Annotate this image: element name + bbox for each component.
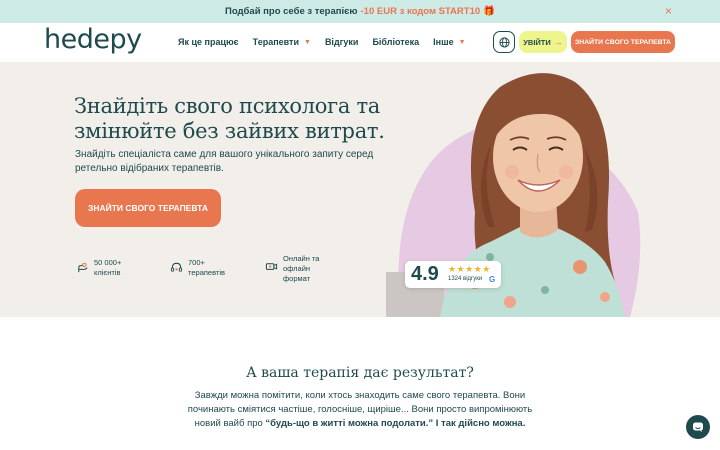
chevron-down-icon: ▼ xyxy=(304,38,311,46)
stat-clients-text: 50 000+ клієнтів xyxy=(94,258,122,277)
chevron-down-icon: ▼ xyxy=(458,38,466,46)
find-therapist-hero-button[interactable]: ЗНАЙТИ СВОГО ТЕРАПЕВТА xyxy=(75,189,221,227)
site-header: hedepy Як це працює Терапевти ▼ Відгуки Б… xyxy=(0,23,720,62)
stat-format: Онлайн та офлайн формат xyxy=(265,254,333,284)
results-text-bold: “будь-що в житті можна подолати.” І так … xyxy=(265,418,526,429)
arrow-right-icon: → xyxy=(553,37,563,47)
globe-icon xyxy=(498,36,510,48)
gift-icon: 🎁 xyxy=(483,6,495,17)
hand-heart-icon xyxy=(78,262,88,273)
stat-format-text: Онлайн та офлайн формат xyxy=(283,254,320,283)
stat-clients: 50 000+ клієнтів xyxy=(76,258,144,278)
login-button[interactable]: УВІЙТИ → xyxy=(519,31,567,53)
hero-title: Знайдіть свого психолога та змінюйте без… xyxy=(74,94,385,143)
results-text: Завжди можна помітити, коли хтось знаход… xyxy=(180,389,540,431)
nav-item-how-it-works[interactable]: Як це працює xyxy=(178,37,239,47)
rating-review-count: 1324 відгуки xyxy=(448,276,483,282)
video-chat-icon xyxy=(265,263,278,270)
hero-subtitle: Знайдіть спеціаліста саме для вашого уні… xyxy=(75,149,374,174)
logo[interactable]: hedepy xyxy=(44,24,142,55)
rating-badge: 4.9 ★★★★★ 1324 відгуки G xyxy=(405,261,501,288)
promo-text: Подбай про себе з терапією xyxy=(225,6,358,17)
google-icon: G xyxy=(489,275,496,284)
language-button[interactable] xyxy=(493,31,515,53)
promo-bar: Подбай про себе з терапією -10 EUR з код… xyxy=(0,0,720,23)
main-nav: Як це працює Терапевти ▼ Відгуки Бібліоте… xyxy=(178,37,480,47)
headset-icon xyxy=(170,262,183,272)
nav-item-therapists[interactable]: Терапевти ▼ xyxy=(253,37,311,47)
chat-button[interactable] xyxy=(686,415,710,439)
rating-score: 4.9 xyxy=(411,263,439,285)
hero-section: Знайдіть свого психолога та змінюйте без… xyxy=(0,62,720,317)
nav-item-reviews[interactable]: Відгуки xyxy=(325,37,359,47)
stat-therapists-text: 700+ терапевтів xyxy=(188,258,226,277)
promo-code-text[interactable]: -10 EUR з кодом START10 xyxy=(361,6,481,17)
chat-icon xyxy=(693,422,703,432)
nav-item-other[interactable]: Інше ▼ xyxy=(433,37,465,47)
find-therapist-header-button[interactable]: ЗНАЙТИ СВОГО ТЕРАПЕВТА xyxy=(571,31,675,53)
nav-item-library[interactable]: Бібліотека xyxy=(372,37,419,47)
stat-therapists: 700+ терапевтів xyxy=(170,258,238,278)
rating-stars-icon: ★★★★★ xyxy=(448,264,491,274)
results-title: А ваша терапія дає результат? xyxy=(246,365,474,381)
close-icon[interactable]: × xyxy=(665,4,672,18)
